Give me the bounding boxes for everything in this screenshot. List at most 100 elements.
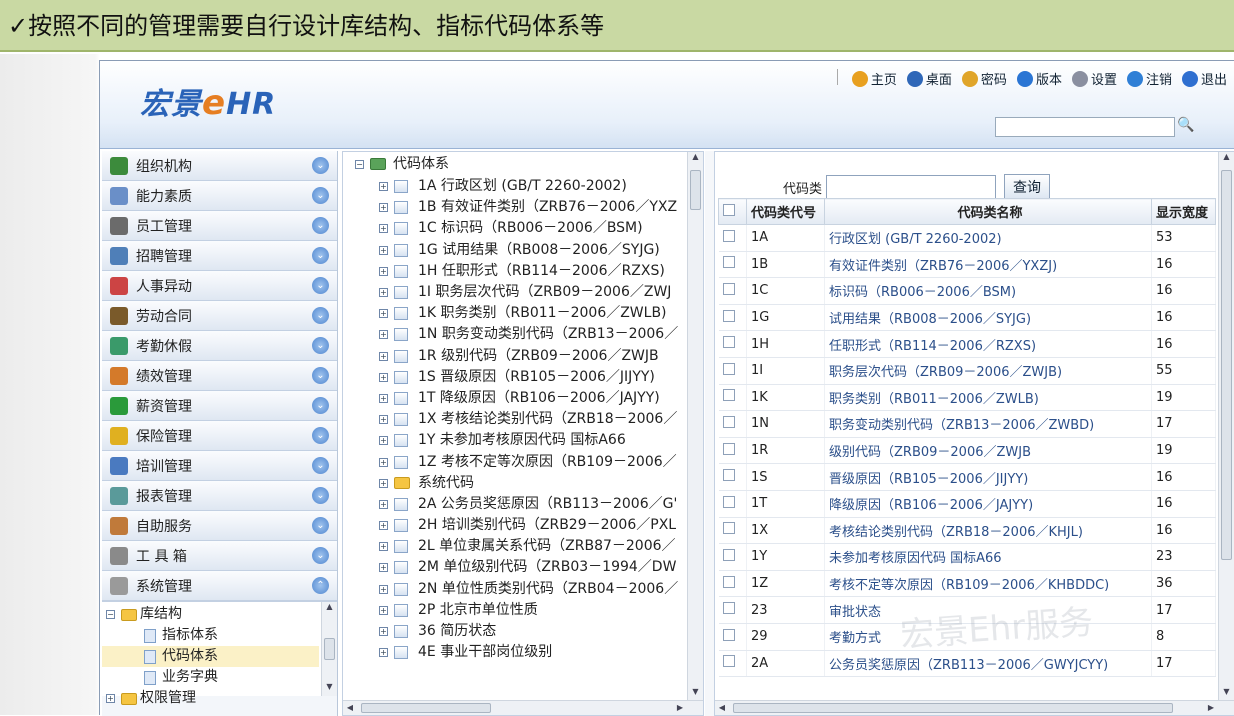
grid-horizontal-scrollbar[interactable]: ◀ ▶ [715,700,1234,715]
expand-icon[interactable]: + [379,351,388,361]
code-name-link[interactable]: 职务层次代码（ZRB09－2006／ZWJB) [824,357,1152,385]
code-name-link[interactable]: 降级原因（RB106－2006／JAJYY) [824,490,1152,518]
tree-item[interactable]: +1I 职务层次代码（ZRB09－2006／ZWJ [343,282,703,303]
expand-icon[interactable]: + [379,182,388,192]
row-checkbox[interactable] [722,229,735,242]
tree-horizontal-scrollbar[interactable]: ◀ ▶ [343,700,703,715]
column-header[interactable]: 代码类代号 [746,198,825,225]
expand-icon[interactable]: + [379,372,388,382]
header-search-input[interactable] [995,117,1175,137]
tree-item[interactable]: +2M 单位级别代码（ZRB03－1994／DW [343,557,703,578]
row-checkbox[interactable] [722,655,735,668]
code-name-link[interactable]: 考核不定等次原因（RB109－2006／KHBDDC) [824,570,1152,598]
row-checkbox[interactable] [722,575,735,588]
row-checkbox[interactable] [722,548,735,561]
table-row[interactable]: 1X 考核结论类别代码（ZRB18－2006／KHJL) 16 [718,517,1216,545]
sidebar-item[interactable]: 工 具 箱 ⌄ [102,541,337,571]
code-search-input[interactable] [826,175,997,199]
tree-item[interactable]: +2A 公务员奖惩原因（RB113－2006／G' [343,494,703,515]
code-name-link[interactable]: 公务员奖惩原因（ZRB113－2006／GWYJCYY) [824,650,1152,678]
expand-icon[interactable]: + [379,499,388,509]
scroll-up-icon[interactable]: ▲ [1219,152,1234,166]
table-row[interactable]: 1Z 考核不定等次原因（RB109－2006／KHBDDC) 36 [718,570,1216,598]
collapse-icon[interactable]: − [355,159,364,169]
tree-item[interactable]: +2N 单位性质类别代码（ZRB04－2006／ [343,579,703,600]
code-name-link[interactable]: 未参加考核原因代码 国标A66 [824,543,1152,571]
expand-icon[interactable]: + [379,457,388,467]
sidebar-item[interactable]: 绩效管理 ⌄ [102,361,337,391]
chevron-down-icon[interactable]: ⌄ [312,517,329,534]
table-row[interactable]: 1S 晋级原因（RB105－2006／JIJYY) 16 [718,463,1216,491]
expand-icon[interactable]: + [379,563,388,573]
sidebar-item[interactable]: 能力素质 ⌄ [102,181,337,211]
row-checkbox[interactable] [722,362,735,375]
tree-item[interactable]: +2P 北京市单位性质 [343,600,703,621]
chevron-down-icon[interactable]: ⌄ [312,217,329,234]
row-checkbox[interactable] [722,282,735,295]
sidebar-item[interactable]: 自助服务 ⌄ [102,511,337,541]
chevron-down-icon[interactable]: ⌄ [312,157,329,174]
tree-item[interactable]: +4E 事业干部岗位级别 [343,642,703,663]
expand-icon[interactable]: + [379,542,388,552]
expand-icon[interactable]: + [379,245,388,255]
tree-item[interactable]: +1X 考核结论类别代码（ZRB18－2006／ [343,409,703,430]
chevron-down-icon[interactable]: ⌃ [312,577,329,594]
sidebar-item[interactable]: 系统管理 ⌃ [102,571,337,601]
sidebar-item[interactable]: 薪资管理 ⌄ [102,391,337,421]
tree-item[interactable]: +1A 行政区划 (GB/T 2260-2002) [343,176,703,197]
scroll-left-icon[interactable]: ◀ [715,701,729,715]
row-checkbox[interactable] [722,522,735,535]
tree-root[interactable]: − 代码体系 [343,152,703,176]
row-checkbox[interactable] [722,309,735,322]
tree-item[interactable]: +1Y 未参加考核原因代码 国标A66 [343,430,703,451]
expand-icon[interactable]: + [379,521,388,531]
sidebar-item[interactable]: 人事异动 ⌄ [102,271,337,301]
table-row[interactable]: 2A 公务员奖惩原因（ZRB113－2006／GWYJCYY) 17 [718,650,1216,678]
sidebar-item[interactable]: 组织机构 ⌄ [102,151,337,181]
chevron-down-icon[interactable]: ⌄ [312,187,329,204]
column-header[interactable]: 代码类名称 [824,198,1152,225]
chevron-down-icon[interactable]: ⌄ [312,547,329,564]
table-row[interactable]: 1B 有效证件类别（ZRB76－2006／YXZJ) 16 [718,251,1216,279]
expand-icon[interactable]: + [379,224,388,234]
scroll-thumb[interactable] [1221,170,1232,560]
scroll-up-icon[interactable]: ▲ [322,602,337,616]
scroll-right-icon[interactable]: ▶ [673,701,687,715]
tree-item[interactable]: +1Z 考核不定等次原因（RB109－2006／ [343,451,703,472]
row-checkbox[interactable] [722,469,735,482]
sidebar-item[interactable]: 保险管理 ⌄ [102,421,337,451]
tree-item[interactable]: +1H 任职形式（RB114－2006／RZXS) [343,261,703,282]
chevron-down-icon[interactable]: ⌄ [312,277,329,294]
chevron-down-icon[interactable]: ⌄ [312,367,329,384]
scroll-down-icon[interactable]: ▼ [688,687,703,701]
code-name-link[interactable]: 级别代码（ZRB09－2006／ZWJB [824,437,1152,465]
query-button[interactable]: 查询 [1004,174,1051,200]
table-row[interactable]: 1Y 未参加考核原因代码 国标A66 23 [718,543,1216,571]
table-row[interactable]: 1C 标识码（RB006－2006／BSM) 16 [718,277,1216,305]
scroll-thumb[interactable] [324,638,335,660]
row-checkbox[interactable] [722,495,735,508]
table-row[interactable]: 1K 职务类别（RB011－2006／ZWLB) 19 [718,384,1216,412]
expand-icon[interactable]: + [379,203,388,213]
expand-icon[interactable]: + [379,584,388,594]
tree-folder-library[interactable]: − 库结构 [102,604,337,625]
column-header[interactable]: 显示宽度 [1151,198,1216,225]
expand-icon[interactable]: + [379,415,388,425]
scroll-right-icon[interactable]: ▶ [1204,701,1218,715]
code-name-link[interactable]: 试用结果（RB008－2006／SYJG) [824,304,1152,332]
scroll-up-icon[interactable]: ▲ [688,152,703,166]
chevron-down-icon[interactable]: ⌄ [312,427,329,444]
row-checkbox[interactable] [722,442,735,455]
table-row[interactable]: 1T 降级原因（RB106－2006／JAJYY) 16 [718,490,1216,518]
tree-item[interactable]: +2H 培训类别代码（ZRB29－2006／PXL [343,515,703,536]
subtree-item-code-system[interactable]: 代码体系 [102,646,319,667]
tree-item[interactable]: +2L 单位隶属关系代码（ZRB87－2006／ [343,536,703,557]
row-checkbox[interactable] [722,602,735,615]
subtree-scrollbar[interactable]: ▲ ▼ [321,602,337,696]
tree-vertical-scrollbar[interactable]: ▲ ▼ [687,152,703,701]
sidebar-item[interactable]: 招聘管理 ⌄ [102,241,337,271]
code-name-link[interactable]: 职务变动类别代码（ZRB13－2006／ZWBD) [824,410,1152,438]
code-name-link[interactable]: 行政区划 (GB/T 2260-2002) [824,224,1152,252]
expand-icon[interactable]: + [106,694,115,703]
expand-icon[interactable]: + [379,648,388,658]
